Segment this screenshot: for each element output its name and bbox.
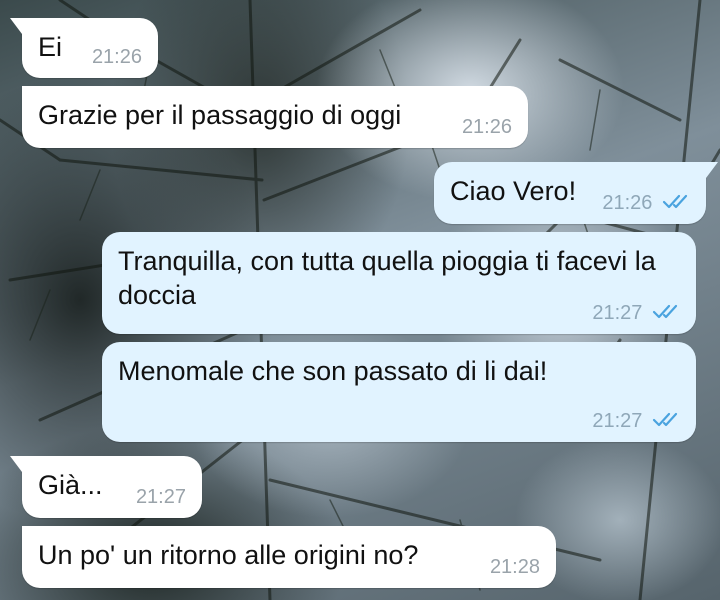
outgoing-message-bubble[interactable]: Ciao Vero! 21:26 — [434, 162, 718, 224]
double-check-icon — [662, 194, 688, 209]
bubble-tail — [10, 18, 22, 34]
message-timestamp: 21:28 — [489, 556, 540, 578]
outgoing-message-bubble[interactable]: Tranquilla, con tutta quella pioggia ti … — [102, 232, 696, 334]
message-timestamp: 21:26 — [91, 46, 142, 68]
double-check-icon — [652, 412, 678, 427]
incoming-message-bubble[interactable]: Ei 21:26 — [10, 18, 158, 78]
double-check-icon — [652, 304, 678, 319]
incoming-message-bubble[interactable]: Grazie per il passaggio di oggi 21:26 — [22, 86, 528, 148]
chat-message-list[interactable]: Ei 21:26 Grazie per il passaggio di oggi… — [0, 0, 720, 600]
bubble-tail — [706, 162, 718, 178]
incoming-message-bubble[interactable]: Un po' un ritorno alle origini no? 21:28 — [22, 526, 556, 588]
message-timestamp: 21:26 — [461, 116, 512, 138]
message-text: Grazie per il passaggio di oggi — [38, 100, 402, 130]
outgoing-message-bubble[interactable]: Menomale che son passato di li dai! 21:2… — [102, 342, 696, 442]
bubble-tail — [10, 456, 22, 472]
message-timestamp: 21:27 — [592, 302, 680, 324]
message-timestamp: 21:27 — [135, 486, 186, 508]
message-timestamp: 21:27 — [592, 410, 680, 432]
message-text: Ciao Vero! — [450, 176, 577, 206]
message-text: Già... — [38, 470, 103, 500]
message-text: Un po' un ritorno alle origini no? — [38, 540, 419, 570]
message-timestamp: 21:26 — [602, 192, 690, 214]
incoming-message-bubble[interactable]: Già... 21:27 — [10, 456, 202, 518]
message-text: Ei — [38, 32, 63, 62]
message-text: Menomale che son passato di li dai! — [118, 356, 548, 386]
